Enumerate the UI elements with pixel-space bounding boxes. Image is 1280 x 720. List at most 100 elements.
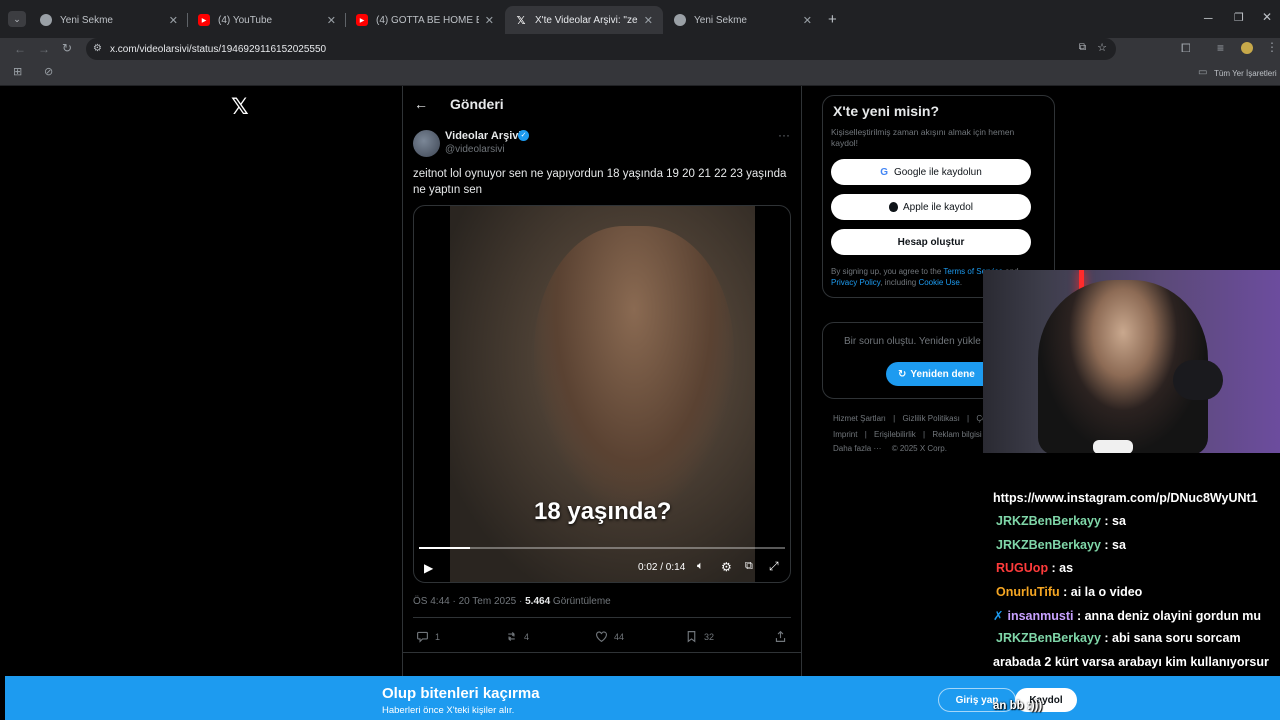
more-options-icon[interactable]: ··· (778, 128, 790, 142)
author-handle[interactable]: @videolarsivi (445, 144, 505, 155)
divider (413, 617, 791, 618)
profile-avatar-icon[interactable] (1241, 42, 1253, 54)
apple-signup-label: Apple ile kaydol (902, 201, 974, 213)
privacy-link[interactable]: Privacy Policy (831, 278, 880, 287)
chat-text: : abi sana soru sorcam (1100, 631, 1241, 646)
chat-text: : anna deniz olayini gordun mu (1073, 609, 1261, 623)
tab-youtube-video[interactable]: ▶ (4) GOTTA BE HOME BY 8PM | S ✕ (346, 6, 504, 34)
footer-link[interactable]: Hizmet Şartları (833, 414, 886, 423)
video-person-silhouette (534, 226, 734, 506)
restore-button[interactable]: ❐ (1234, 11, 1244, 24)
google-icon: G (880, 166, 888, 178)
tab-title: Yeni Sekme (694, 14, 747, 26)
picture-in-picture-icon[interactable]: ⧉ (745, 560, 753, 573)
tab-close-icon[interactable]: ✕ (485, 14, 494, 27)
footer-more-link[interactable]: Daha fazla ··· (833, 444, 881, 453)
apps-grid-icon[interactable]: ⊞ (13, 67, 22, 78)
back-arrow-icon[interactable]: ← (14, 43, 26, 55)
chat-username: RUGUop (996, 561, 1049, 576)
bookmark-star-icon[interactable]: ☆ (1097, 41, 1107, 54)
tab-close-icon[interactable]: ✕ (327, 14, 336, 27)
chat-message: https://www.instagram.com/p/DNuc8WyUNt1 (993, 491, 1258, 505)
chat-message: JRKZBenBerkayy : abi sana soru sorcam (996, 631, 1241, 645)
tab-search-button[interactable]: ⌄ (8, 11, 26, 27)
chat-message: JRKZBenBerkayy : sa (996, 514, 1126, 528)
globe-icon[interactable]: ⊘ (44, 67, 53, 78)
webcam-overlay (983, 270, 1280, 453)
footer-separator: | (967, 414, 970, 423)
tab-title: (4) GOTTA BE HOME BY 8PM | S (376, 14, 479, 26)
play-icon[interactable]: ▶ (424, 561, 433, 575)
footer-row-2: Imprint | Erişilebilirlik | Reklam bilgi… (833, 430, 982, 439)
post-text: zeitnot lol oynuyor sen ne yapıyordun 18… (413, 168, 787, 196)
tab-new-tab-1[interactable]: Yeni Sekme ✕ (30, 6, 188, 34)
x-logo-icon: 𝕏 (516, 14, 526, 27)
views-label: Görüntüleme (550, 596, 611, 607)
footer-link[interactable]: Reklam bilgisi (932, 430, 981, 439)
volume-icon[interactable]: 🔈︎ (697, 560, 704, 573)
chat-text: : as (1048, 561, 1074, 576)
chat-text: : sa (1100, 537, 1126, 552)
extensions-icon[interactable]: ⧠ (1181, 42, 1191, 54)
video-time: 0:02 / 0:14 (638, 562, 686, 573)
chat-text: : ai la o video (1059, 584, 1143, 599)
media-control-icon[interactable]: ≡ (1217, 42, 1224, 54)
avatar[interactable] (413, 130, 440, 157)
youtube-icon: ▶ (198, 14, 210, 26)
all-bookmarks-label[interactable]: Tüm Yer İşaretleri (1214, 69, 1277, 78)
address-bar[interactable]: ⚙ x.com/videolarsivi/status/194692911615… (86, 38, 1116, 60)
reply-button[interactable]: 1 (416, 630, 440, 643)
author-display-name[interactable]: Videolar Arşivi (445, 130, 521, 142)
tab-strip: ⌄ Yeni Sekme ✕ ▶ (4) YouTube ✕ ▶ (4) GOT… (0, 0, 1280, 38)
footer-separator: | (893, 414, 896, 423)
tab-close-icon[interactable]: ✕ (803, 14, 812, 27)
apple-signup-button[interactable]: Apple ile kaydol (831, 194, 1031, 220)
footer-row-1: Hizmet Şartları | Gizlilik Politikası | … (833, 414, 998, 423)
chat-badge-icon: ✗ (993, 609, 1004, 623)
video-progress-track[interactable] (419, 547, 785, 549)
chat-username: OnurluTifu (996, 584, 1060, 599)
settings-gear-icon[interactable]: ⚙ (721, 560, 732, 574)
chat-message: ✗ insanmusti : anna deniz olayini gordun … (993, 608, 1261, 623)
tab-youtube[interactable]: ▶ (4) YouTube ✕ (188, 6, 346, 34)
tab-x-post[interactable]: 𝕏 X'te Videolar Arşivi: "zeitnot lol ✕ (505, 6, 663, 34)
like-count: 44 (614, 631, 625, 642)
webcam-microphone (1173, 360, 1223, 400)
retry-button[interactable]: ↻ Yeniden dene (886, 362, 996, 386)
footer-link[interactable]: Imprint (833, 430, 857, 439)
tab-close-icon[interactable]: ✕ (644, 14, 653, 27)
signup-title: X'te yeni misin? (833, 103, 940, 119)
tab-close-icon[interactable]: ✕ (169, 14, 178, 27)
bookmark-button[interactable]: 32 (685, 630, 714, 643)
chat-username: JRKZBenBerkayy (996, 631, 1101, 646)
back-arrow-icon[interactable]: ← (414, 96, 428, 112)
like-button[interactable]: 44 (595, 630, 624, 643)
footer-link[interactable]: Gizlilik Politikası (902, 414, 959, 423)
page-title: Gönderi (450, 96, 504, 112)
post-timestamp[interactable]: ÖS 4:44 · 20 Tem 2025 · (413, 596, 525, 607)
create-account-label: Hesap oluştur (897, 236, 965, 248)
google-signup-button[interactable]: G Google ile kaydolun (831, 159, 1031, 185)
forward-arrow-icon[interactable]: → (38, 43, 50, 55)
views-count: 5.464 (525, 596, 551, 607)
footer-link[interactable]: Erişilebilirlik (874, 430, 916, 439)
repost-button[interactable]: 4 (505, 630, 529, 643)
column-border-left (402, 86, 403, 676)
close-window-button[interactable]: ✕ (1262, 10, 1272, 24)
signup-subtitle: Kişiselleştirilmiş zaman akışını almak i… (831, 127, 1015, 148)
menu-dots-icon[interactable]: ⋮ (1266, 41, 1278, 53)
fullscreen-icon[interactable]: ⤢ (769, 559, 779, 574)
new-tab-button[interactable]: + (828, 11, 837, 28)
share-button[interactable] (774, 630, 787, 643)
create-account-button[interactable]: Hesap oluştur (831, 229, 1031, 255)
tab-new-tab-2[interactable]: Yeni Sekme ✕ (664, 6, 822, 34)
x-logo-icon[interactable]: 𝕏 (231, 94, 249, 120)
site-info-icon[interactable]: ⚙ (93, 43, 102, 54)
cookie-link[interactable]: Cookie Use (918, 278, 959, 287)
minimize-button[interactable]: ─ (1204, 11, 1213, 25)
chat-message: OnurluTifu : ai la o video (996, 585, 1142, 599)
video-player[interactable]: 18 yaşında? ▶ 0:02 / 0:14 🔈︎ ⚙ ⧉ ⤢ (413, 205, 791, 583)
login-banner: Olup bitenleri kaçırma Haberleri önce X'… (5, 676, 1280, 720)
install-app-icon[interactable]: ⧉ (1079, 42, 1086, 53)
reload-icon[interactable]: ↻ (62, 42, 72, 54)
